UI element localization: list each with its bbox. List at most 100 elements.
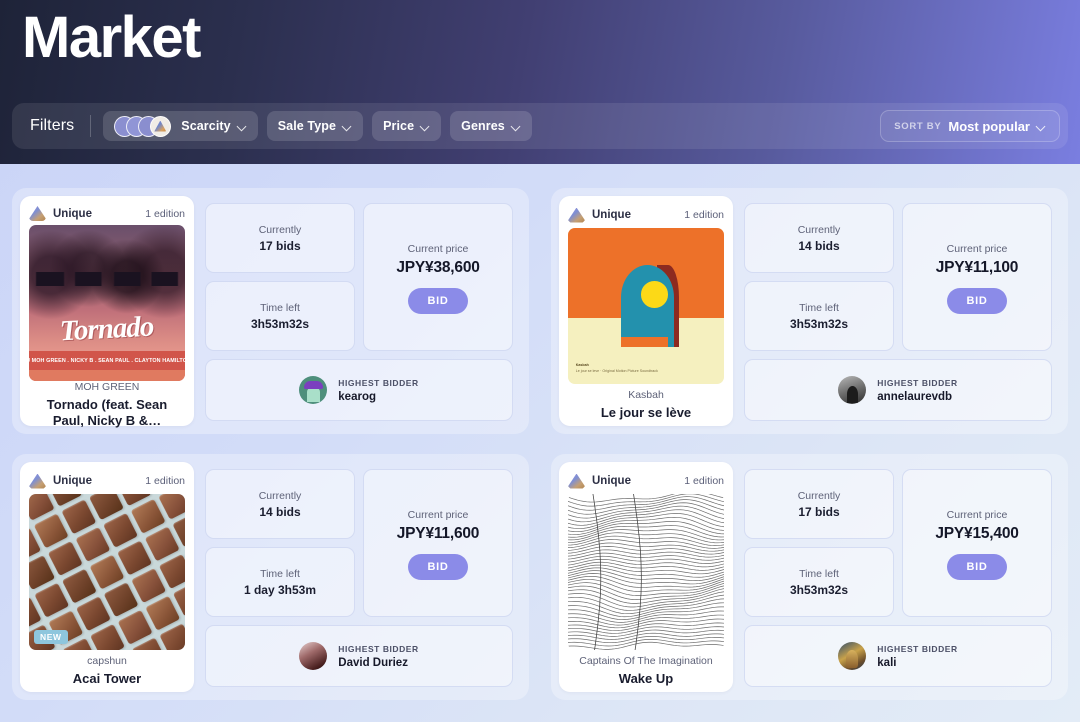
price-value: JPY¥11,600 <box>396 524 480 542</box>
bids-value: 17 bids <box>798 504 840 519</box>
time-left-value: 1 day 3h53m <box>243 582 317 597</box>
filter-sale-type[interactable]: Sale Type <box>266 111 364 141</box>
bids-value: 17 bids <box>259 238 301 253</box>
page-title: Market <box>22 5 201 70</box>
bids-label: Currently <box>797 223 841 236</box>
artwork-sunglasses <box>29 271 185 286</box>
edition-count: 1 edition <box>145 475 185 487</box>
time-left-label: Time left <box>799 567 839 580</box>
filter-scarcity[interactable]: Scarcity <box>103 111 258 141</box>
bids-value: 14 bids <box>798 238 840 253</box>
sort-by-value: Most popular <box>948 118 1030 134</box>
artwork-card[interactable]: Unique 1 edition NEW capshun Acai Tower <box>20 462 194 692</box>
artwork-credits: DJ MOH GREEN . NICKY B . SEAN PAUL . CLA… <box>29 351 185 371</box>
highest-bidder-cell[interactable]: HIGHEST BIDDER kali <box>744 625 1052 687</box>
listing-card[interactable]: Unique 1 edition Kasbah Le jour se leve … <box>551 188 1068 434</box>
highest-bidder-name: David Duriez <box>338 656 408 669</box>
time-left-cell: Time left 3h53m32s <box>744 281 894 351</box>
artwork-thumbnail[interactable]: NEW <box>29 494 185 650</box>
bid-button[interactable]: BID <box>408 553 468 580</box>
artwork-thumbnail[interactable] <box>568 494 724 650</box>
artwork-thumbnail[interactable]: Tornado DJ MOH GREEN . NICKY B . SEAN PA… <box>29 225 185 381</box>
artwork-card-header: Unique 1 edition <box>29 205 185 222</box>
time-left-value: 3h53m32s <box>789 582 849 597</box>
artwork-card[interactable]: Unique 1 edition Tornado DJ MOH GREEN . … <box>20 196 194 428</box>
page-header: Market Filters Scarcity Sale Type Price … <box>0 0 1080 164</box>
bidder-text: HIGHEST BIDDER kali <box>877 644 957 669</box>
price-label: Current price <box>407 242 469 255</box>
time-left-value: 3h53m32s <box>789 316 849 331</box>
bid-button[interactable]: BID <box>408 287 468 314</box>
highest-bidder-cell[interactable]: HIGHEST BIDDER annelaurevdb <box>744 359 1052 421</box>
price-value: JPY¥38,600 <box>396 258 480 276</box>
price-cell: Current price JPY¥15,400 BID <box>902 469 1052 617</box>
price-cell: Current price JPY¥11,600 BID <box>363 469 513 617</box>
highest-bidder-label: HIGHEST BIDDER <box>338 643 419 654</box>
bid-button[interactable]: BID <box>947 287 1007 314</box>
time-left-value: 3h53m32s <box>250 316 310 331</box>
price-cell: Current price JPY¥38,600 BID <box>363 203 513 351</box>
artwork-microtext-sub: Le jour se leve · Original Motion Pictur… <box>575 369 658 374</box>
filter-price[interactable]: Price <box>372 111 442 141</box>
filter-bar: Filters Scarcity Sale Type Price Genres <box>12 103 1068 149</box>
bids-cell: Currently 17 bids <box>205 203 355 273</box>
artwork-meta: capshun Acai Tower <box>29 650 185 692</box>
scarcity-badge: Unique <box>53 475 92 487</box>
bids-cell: Currently 14 bids <box>205 469 355 539</box>
price-label: Current price <box>946 242 1008 255</box>
artwork-artist: Kasbah <box>628 389 664 402</box>
bid-panel: Currently 17 bids Current price JPY¥38,6… <box>194 196 521 426</box>
filter-genres-label: Genres <box>461 119 505 133</box>
highest-bidder-name: annelaurevdb <box>877 390 953 403</box>
highest-bidder-cell[interactable]: HIGHEST BIDDER kearog <box>205 359 513 421</box>
artwork-artist: Captains Of The Imagination <box>579 655 713 668</box>
bidder-text: HIGHEST BIDDER kearog <box>338 378 418 403</box>
filters-label: Filters <box>30 117 75 134</box>
artwork-artist: MOH GREEN <box>74 381 140 393</box>
artwork-chocolate-grid <box>29 494 185 650</box>
bids-cell: Currently 17 bids <box>744 469 894 539</box>
artwork-title: Acai Tower <box>72 670 142 686</box>
filter-price-label: Price <box>383 119 415 133</box>
scarcity-avatar-4 <box>150 115 172 137</box>
listing-card[interactable]: Unique 1 edition Tornado DJ MOH GREEN . … <box>12 188 529 434</box>
scarcity-badge: Unique <box>592 209 631 221</box>
chevron-down-icon <box>238 122 247 131</box>
artwork-wave-lines <box>568 494 724 650</box>
scarcity-badge: Unique <box>53 207 92 220</box>
price-label: Current price <box>407 508 469 521</box>
bid-panel: Currently 14 bids Current price JPY¥11,6… <box>194 462 521 692</box>
bidder-text: HIGHEST BIDDER David Duriez <box>338 644 418 669</box>
artwork-bottom-bar <box>29 370 185 381</box>
artwork-microtext-title: Kasbah <box>575 362 589 367</box>
sort-by-dropdown[interactable]: SORT BY Most popular <box>880 110 1060 142</box>
gem-icon <box>29 473 46 490</box>
price-value: JPY¥15,400 <box>935 524 1019 542</box>
bidder-avatar <box>299 376 328 404</box>
listing-grid: Unique 1 edition Tornado DJ MOH GREEN . … <box>0 164 1080 700</box>
highest-bidder-label: HIGHEST BIDDER <box>877 643 958 654</box>
bids-label: Currently <box>258 223 302 236</box>
highest-bidder-name: kearog <box>338 390 376 403</box>
artwork-thumbnail[interactable]: Kasbah Le jour se leve · Original Motion… <box>568 228 724 384</box>
highest-bidder-cell[interactable]: HIGHEST BIDDER David Duriez <box>205 625 513 687</box>
price-value: JPY¥11,100 <box>935 258 1019 276</box>
filter-sale-type-label: Sale Type <box>277 119 337 133</box>
artwork-card-header: Unique 1 edition <box>568 471 724 491</box>
bid-button[interactable]: BID <box>947 553 1007 580</box>
scarcity-badge: Unique <box>592 475 631 487</box>
filter-divider <box>90 115 92 137</box>
highest-bidder-label: HIGHEST BIDDER <box>338 377 419 388</box>
artwork-card[interactable]: Unique 1 edition Kasbah Le jour se leve … <box>559 196 733 426</box>
time-left-cell: Time left 3h53m32s <box>744 547 894 617</box>
filter-genres[interactable]: Genres <box>450 111 532 141</box>
listing-card[interactable]: Unique 1 edition NEW capshun Acai Tower <box>12 454 529 700</box>
artwork-title: Le jour se lève <box>600 404 692 420</box>
chevron-down-icon <box>512 122 521 131</box>
listing-card[interactable]: Unique 1 edition Captains Of The Imagina… <box>551 454 1068 700</box>
chevron-down-icon <box>1037 122 1046 131</box>
artwork-card[interactable]: Unique 1 edition Captains Of The Imagina… <box>559 462 733 692</box>
bids-label: Currently <box>258 489 302 502</box>
artwork-artist: capshun <box>87 655 127 668</box>
time-left-label: Time left <box>799 301 839 314</box>
